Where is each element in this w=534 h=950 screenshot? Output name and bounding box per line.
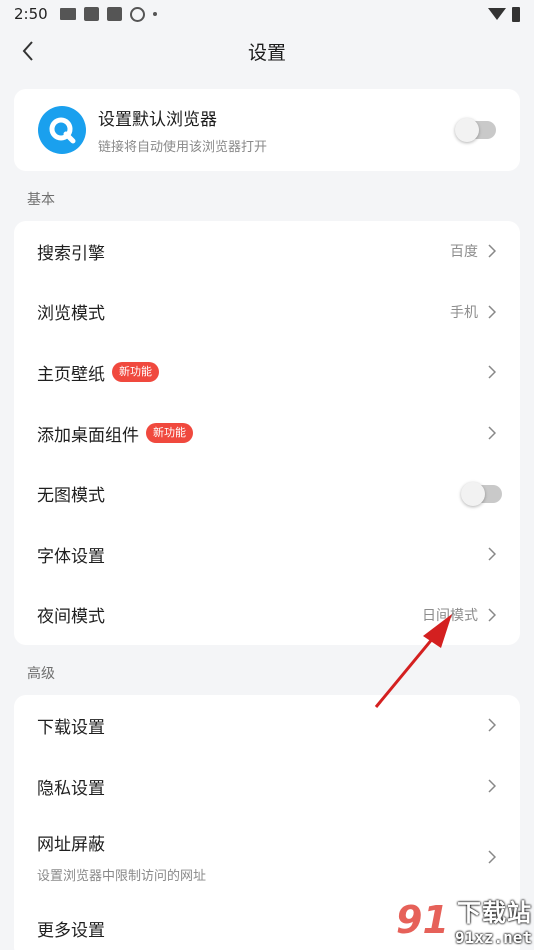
row-label: 添加桌面组件 <box>37 425 139 446</box>
row-url-block[interactable]: 网址屏蔽 设置浏览器中限制访问的网址 <box>14 816 520 898</box>
default-browser-title: 设置默认浏览器 <box>98 110 217 130</box>
row-label: 隐私设置 <box>37 778 105 799</box>
wifi-icon <box>488 8 506 20</box>
site-watermark: 91 下载站 91xz.net <box>362 890 532 950</box>
battery-icon <box>512 6 520 22</box>
watermark-title: 下载站 <box>457 899 532 927</box>
chevron-right-icon <box>488 718 498 732</box>
chevron-right-icon <box>488 244 498 258</box>
row-download-settings[interactable]: 下载设置 <box>14 695 520 756</box>
watermark-url: 91xz.net <box>454 928 532 947</box>
default-browser-toggle[interactable] <box>455 118 496 142</box>
default-browser-card[interactable]: 设置默认浏览器 链接将自动使用该浏览器打开 <box>14 89 520 171</box>
chevron-right-icon <box>488 547 498 561</box>
toggle-knob <box>455 118 479 142</box>
pinwheel-icon <box>129 6 145 22</box>
row-value: 手机 <box>450 304 478 321</box>
new-feature-badge: 新功能 <box>112 362 159 383</box>
row-subtitle: 设置浏览器中限制访问的网址 <box>37 869 207 885</box>
section-label-basic: 基本 <box>27 192 55 208</box>
no-image-mode-toggle[interactable] <box>461 481 502 506</box>
page-title: 设置 <box>247 41 286 64</box>
row-label: 夜间模式 <box>37 607 105 628</box>
browser-logo-icon <box>38 106 86 154</box>
row-font-settings[interactable]: 字体设置 <box>14 524 520 585</box>
row-label: 无图模式 <box>37 486 105 507</box>
row-label: 下载设置 <box>37 717 105 738</box>
row-label: 主页壁纸 <box>37 364 105 385</box>
new-feature-badge: 新功能 <box>146 423 193 444</box>
row-night-mode[interactable]: 夜间模式 日间模式 <box>14 585 520 646</box>
mail-icon <box>59 8 76 20</box>
back-button[interactable] <box>14 36 42 66</box>
chevron-right-icon <box>488 779 498 793</box>
more-notifications-dot-icon <box>152 12 157 16</box>
row-value: 百度 <box>450 244 478 261</box>
section-label-advanced: 高级 <box>27 666 55 683</box>
basic-settings-card: 搜索引擎 百度 浏览模式 手机 主页壁纸 新功能 添加桌面组件 新功能 无图模式… <box>14 221 520 646</box>
chevron-right-icon <box>488 365 498 380</box>
row-label: 网址屏蔽 <box>37 835 105 856</box>
notification-icon-2 <box>106 7 122 21</box>
chevron-right-icon <box>488 850 498 864</box>
watermark-logo: 91 <box>396 898 449 942</box>
row-search-engine[interactable]: 搜索引擎 百度 <box>14 221 520 282</box>
row-label: 更多设置 <box>37 921 105 942</box>
status-time: 2:50 <box>14 5 48 23</box>
default-browser-subtitle: 链接将自动使用该浏览器打开 <box>98 140 268 155</box>
chevron-right-icon <box>488 305 498 319</box>
row-label: 浏览模式 <box>37 304 105 325</box>
row-privacy-settings[interactable]: 隐私设置 <box>14 756 520 817</box>
toggle-knob <box>461 481 485 506</box>
row-homepage-wallpaper[interactable]: 主页壁纸 新功能 <box>14 342 520 403</box>
row-label: 搜索引擎 <box>37 243 105 264</box>
nav-bar: 设置 <box>0 28 534 74</box>
row-add-desktop-widget[interactable]: 添加桌面组件 新功能 <box>14 403 520 464</box>
status-bar: 2:50 <box>0 0 534 28</box>
chevron-left-icon <box>22 41 33 61</box>
chevron-right-icon <box>488 426 498 440</box>
row-label: 字体设置 <box>37 546 105 567</box>
row-no-image-mode[interactable]: 无图模式 <box>14 463 520 524</box>
row-value: 日间模式 <box>422 607 478 624</box>
notification-icon <box>83 7 99 21</box>
row-browse-mode[interactable]: 浏览模式 手机 <box>14 282 520 343</box>
chevron-right-icon <box>488 608 498 622</box>
